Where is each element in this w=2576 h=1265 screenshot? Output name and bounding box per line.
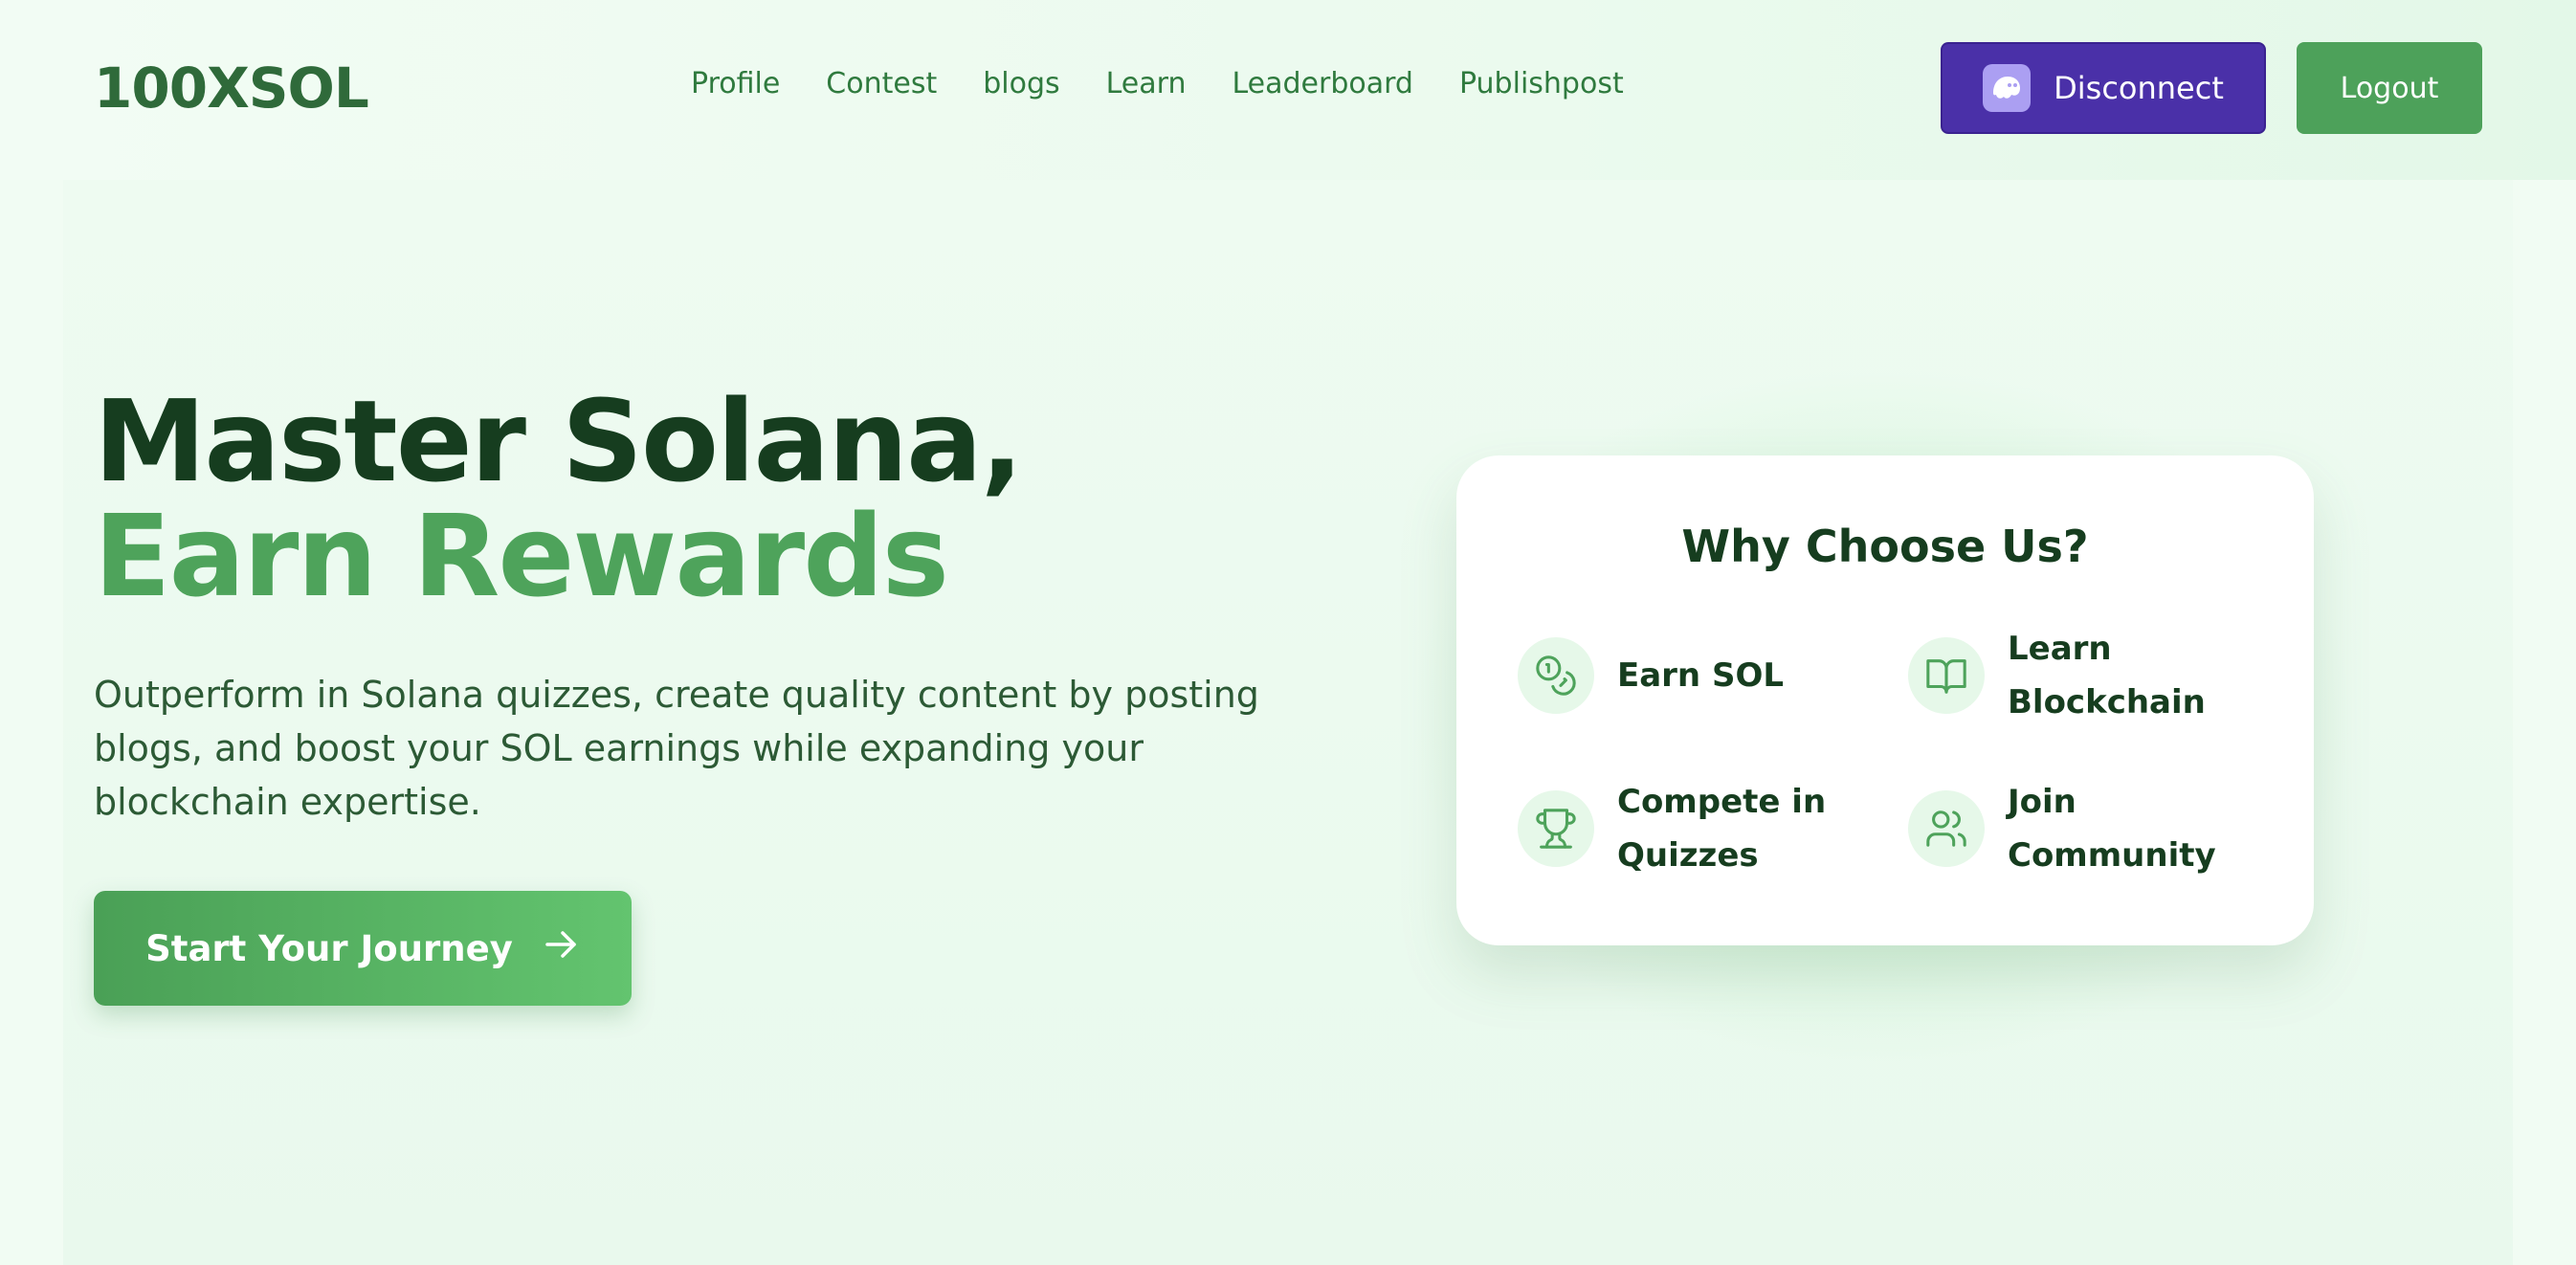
nav-link-leaderboard[interactable]: Leaderboard xyxy=(1232,67,1413,100)
arrow-right-icon xyxy=(542,925,580,972)
feature-earn-sol: Earn SOL xyxy=(1518,637,1847,714)
nav-link-blogs[interactable]: blogs xyxy=(983,67,1059,100)
nav-link-learn[interactable]: Learn xyxy=(1106,67,1187,100)
hero-title-line2: Earn Rewards xyxy=(94,490,949,622)
feature-compete-quizzes: Compete in Quizzes xyxy=(1518,775,1847,882)
feature-label: Learn Blockchain xyxy=(2008,630,2206,721)
site-logo[interactable]: 100XSOL xyxy=(94,55,369,121)
hero-title-line1: Master Solana, xyxy=(94,375,1024,507)
feature-label: Join Community xyxy=(2008,783,2216,875)
phantom-wallet-icon xyxy=(1983,64,2032,112)
start-journey-label: Start Your Journey xyxy=(145,927,513,969)
feature-learn-blockchain: Learn Blockchain xyxy=(1908,622,2237,729)
start-journey-button[interactable]: Start Your Journey xyxy=(94,891,632,1006)
card-title: Why Choose Us? xyxy=(1681,521,2089,572)
trophy-icon xyxy=(1518,790,1594,867)
disconnect-wallet-button[interactable]: Disconnect xyxy=(1941,42,2266,134)
book-icon xyxy=(1908,637,1985,714)
coins-icon xyxy=(1518,637,1594,714)
feature-join-community: Join Community xyxy=(1908,775,2237,882)
nav-link-contest[interactable]: Contest xyxy=(826,67,937,100)
disconnect-label: Disconnect xyxy=(2054,70,2224,106)
nav-link-profile[interactable]: Profile xyxy=(691,67,780,100)
users-icon xyxy=(1908,790,1985,867)
why-choose-us-card: Why Choose Us? Earn SOL Learn Blockchain… xyxy=(1456,455,2314,945)
feature-label: Earn SOL xyxy=(1617,656,1785,695)
main-nav: Profile Contest blogs Learn Leaderboard … xyxy=(691,67,1624,100)
hero-description: Outperform in Solana quizzes, create qua… xyxy=(94,674,1259,823)
top-header: 100XSOL Profile Contest blogs Learn Lead… xyxy=(0,0,2576,180)
feature-label: Compete in Quizzes xyxy=(1617,783,1827,875)
logout-button[interactable]: Logout xyxy=(2297,42,2482,134)
nav-link-publishpost[interactable]: Publishpost xyxy=(1459,67,1624,100)
